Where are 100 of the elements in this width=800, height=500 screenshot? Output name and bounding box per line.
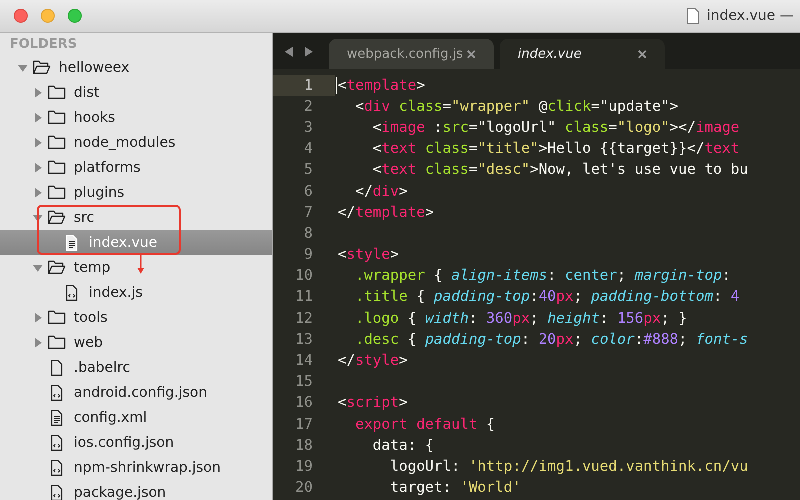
item-label: hooks	[74, 110, 116, 126]
folder-icon	[48, 135, 66, 150]
tree-item[interactable]: android.config.json	[0, 380, 272, 405]
close-icon[interactable]	[638, 50, 647, 58]
item-label: ios.config.json	[74, 434, 174, 450]
line-number: 2	[303, 98, 314, 117]
tree-item[interactable]: config.xml	[0, 405, 272, 430]
line-number: 11	[294, 288, 314, 308]
line-number: 9	[303, 246, 314, 266]
close-button[interactable]	[14, 9, 28, 23]
tree-item[interactable]: node_modules	[0, 130, 272, 155]
code-line: <script>	[338, 395, 408, 412]
folder-icon	[48, 110, 66, 125]
window-title: index.vue —	[707, 8, 794, 24]
item-label: .babelrc	[74, 360, 130, 376]
tree-item[interactable]: hooks	[0, 105, 272, 130]
item-label: plugins	[74, 184, 125, 200]
tree-item[interactable]: ios.config.json	[0, 430, 272, 455]
folder-icon	[48, 160, 66, 175]
disclosure-icon[interactable]	[33, 262, 43, 272]
item-label: index.vue	[89, 234, 158, 250]
line-number: 16	[294, 394, 314, 414]
disclosure-icon[interactable]	[33, 312, 43, 322]
item-label: dist	[74, 84, 100, 100]
folder-icon	[48, 310, 66, 325]
line-number: 6	[303, 182, 314, 202]
tree-item[interactable]: npm-shrinkwrap.json	[0, 455, 272, 480]
code-line: <style>	[338, 247, 400, 264]
open-folder-icon	[48, 210, 66, 225]
item-label: package.json	[74, 484, 166, 500]
item-label: temp	[74, 260, 111, 276]
item-label: platforms	[74, 160, 141, 176]
disclosure-icon[interactable]	[33, 212, 43, 222]
line-number: 8	[303, 224, 314, 244]
item-label: tools	[74, 310, 108, 326]
disclosure-icon[interactable]	[33, 88, 43, 98]
annotation-arrow	[136, 253, 146, 275]
line-number: 1	[273, 75, 335, 96]
tree-item[interactable]: helloweex	[0, 55, 272, 80]
code-line: .desc { padding-top: 20px; color:#888; font-s	[354, 332, 748, 348]
zoom-button[interactable]	[68, 9, 82, 23]
folder-icon	[48, 335, 66, 350]
line-number: 10	[294, 267, 314, 286]
line-number: 5	[303, 161, 314, 180]
code-line: </template>	[338, 204, 434, 221]
forward-icon[interactable]	[304, 47, 313, 57]
line-number: 14	[294, 352, 314, 372]
line-number: 17	[294, 416, 314, 435]
code-line: <image :src="logoUrl" class="logo"></image	[372, 120, 740, 136]
code-line: target: 'World'	[389, 480, 522, 496]
disclosure-icon[interactable]	[33, 188, 43, 198]
item-label: index.js	[89, 284, 143, 300]
editor-tab[interactable]: webpack.config.js	[329, 39, 494, 69]
folder-icon	[48, 185, 66, 200]
tree-item[interactable]: package.json	[0, 480, 272, 500]
line-number: 3	[303, 118, 314, 138]
tree-item[interactable]: .babelrc	[0, 355, 272, 380]
disclosure-icon[interactable]	[18, 62, 28, 72]
line-number: 7	[303, 204, 314, 223]
tree-item[interactable]: src	[0, 205, 272, 230]
code-line: .logo { width: 360px; height: 156px; }	[354, 310, 688, 327]
tree-item[interactable]: tools	[0, 305, 272, 330]
document-icon	[687, 8, 700, 24]
line-number: 20	[294, 479, 314, 498]
item-label: config.xml	[74, 410, 148, 426]
item-label: helloweex	[59, 60, 130, 76]
code-line: .title { padding-top:40px; padding-bottom: 4	[354, 289, 740, 306]
code-line: data: {	[372, 438, 434, 454]
disclosure-icon[interactable]	[33, 162, 43, 172]
item-label: npm-shrinkwrap.json	[74, 460, 221, 476]
disclosure-icon[interactable]	[33, 138, 43, 148]
code-line: <text class="desc">Now, let's use vue to bu	[372, 162, 748, 178]
minimize-button[interactable]	[41, 9, 55, 23]
tree-item[interactable]: plugins	[0, 180, 272, 205]
back-icon[interactable]	[285, 47, 294, 57]
disclosure-icon[interactable]	[33, 112, 43, 122]
code-line: </div>	[354, 184, 408, 200]
item-label: node_modules	[74, 134, 176, 150]
tree-item[interactable]: web	[0, 330, 272, 355]
line-number: 13	[294, 330, 314, 350]
code-line: <text class="title">Hello {{target}}</text	[372, 141, 740, 158]
code-line: <template>	[338, 78, 426, 94]
tree-item[interactable]: index.js	[0, 280, 272, 305]
item-label: android.config.json	[74, 384, 208, 400]
tree-item[interactable]: platforms	[0, 155, 272, 180]
line-number: 12	[294, 310, 314, 329]
code-line: </style>	[338, 353, 408, 370]
line-number: 19	[294, 458, 314, 477]
tree-item[interactable]: temp	[0, 255, 272, 280]
code-line: <div class="wrapper" @click="update">	[354, 98, 679, 115]
item-label: src	[74, 210, 94, 226]
line-number: 18	[294, 436, 314, 456]
close-icon[interactable]	[467, 50, 476, 58]
code-line: .wrapper { align-items: center; margin-top:	[354, 268, 731, 284]
item-label: web	[74, 334, 103, 350]
line-number: 4	[303, 140, 314, 160]
tree-item[interactable]: dist	[0, 80, 272, 105]
disclosure-icon[interactable]	[33, 338, 43, 348]
line-number: 15	[294, 373, 314, 392]
editor-tab[interactable]: index.vue	[500, 39, 665, 69]
